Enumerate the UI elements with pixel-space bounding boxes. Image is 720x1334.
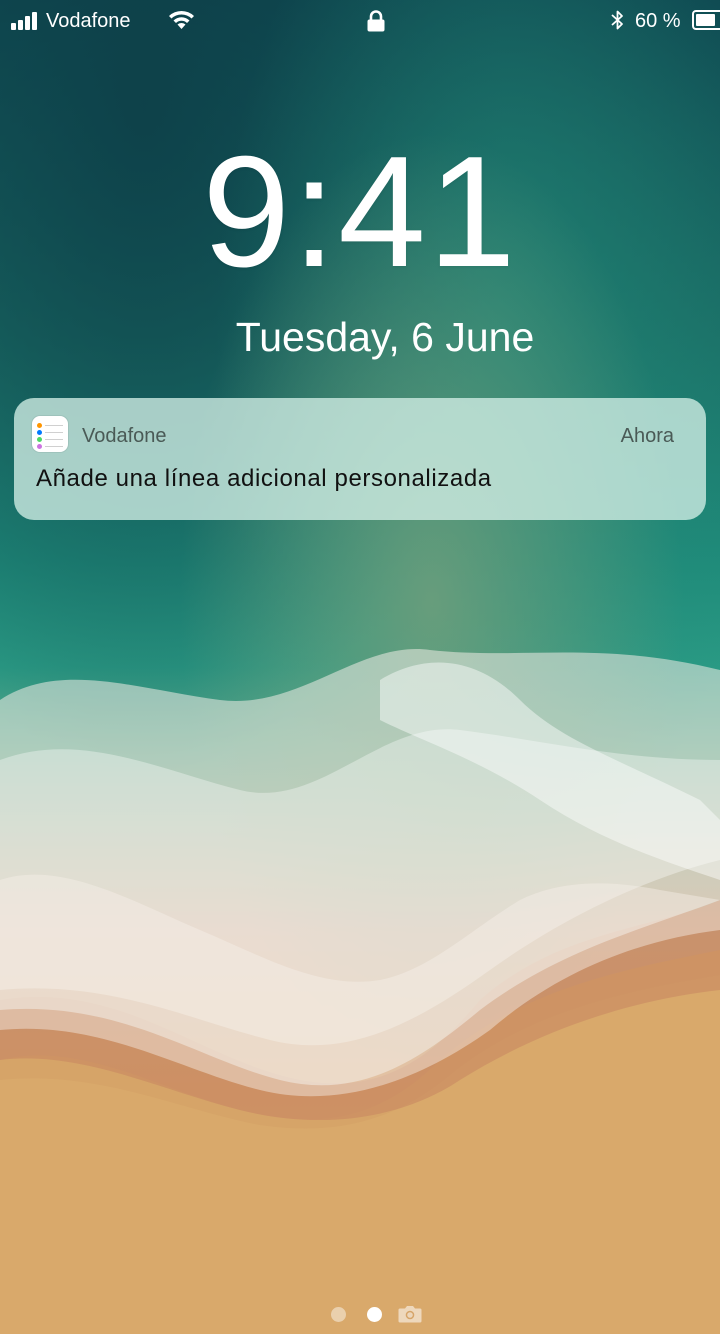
battery-icon: [692, 10, 720, 30]
battery-level-fill: [696, 14, 715, 26]
page-indicator[interactable]: [0, 1303, 720, 1325]
notification-app-name: Vodafone: [82, 425, 167, 447]
reminders-list-icon: [32, 416, 68, 452]
signal-bars-icon: [11, 11, 42, 30]
notification-card[interactable]: Vodafone Ahora Añade una línea adicional…: [14, 398, 706, 520]
lock-screen-date: Tuesday, 6 June: [235, 314, 535, 360]
camera-icon[interactable]: [398, 1304, 422, 1323]
page-dot-2-active: [367, 1307, 382, 1322]
wifi-icon: [169, 10, 194, 29]
battery-percentage: 60 %: [635, 10, 681, 32]
bluetooth-icon: [611, 10, 623, 30]
carrier-name: Vodafone: [46, 10, 131, 32]
notification-time: Ahora: [620, 425, 674, 447]
lock-screen-time: 9:41: [202, 124, 518, 300]
lock-icon: [367, 10, 385, 32]
page-dot-1: [331, 1307, 346, 1322]
status-bar: Vodafone 60 %: [0, 0, 720, 42]
notification-message: Añade una línea adicional personalizada: [36, 465, 492, 492]
